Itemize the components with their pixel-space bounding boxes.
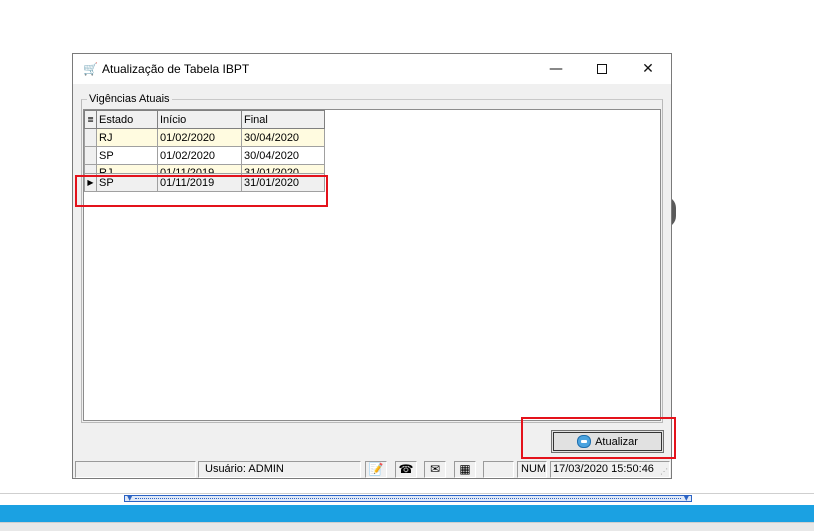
table-header: ≣ Estado Início Final <box>84 110 325 129</box>
resize-grip-icon[interactable]: ⋰ <box>660 468 668 476</box>
status-bar: Usuário: ADMIN 📝 ☎ ✉ ▦ NUM 17/03/2020 15… <box>74 460 670 478</box>
close-button[interactable]: ✕ <box>625 54 671 84</box>
table-row[interactable]: RJ 01/11/2019 31/01/2020 <box>84 164 325 174</box>
status-num-lock: NUM <box>517 461 547 478</box>
background-app-bar <box>0 505 814 522</box>
column-chooser-icon[interactable]: ≣ <box>84 110 97 129</box>
cell-final[interactable]: 31/01/2020 <box>241 164 325 174</box>
cell-final[interactable]: 30/04/2020 <box>241 146 325 165</box>
minimize-icon: — <box>549 61 563 77</box>
highlight-update-button <box>521 417 676 459</box>
minimize-button[interactable]: — <box>533 54 579 84</box>
title-bar[interactable]: 🛒 Atualização de Tabela IBPT — ✕ <box>73 54 671 84</box>
close-icon: ✕ <box>642 61 654 77</box>
cell-inicio-text: 01/11/2019 <box>160 167 215 173</box>
cell-final[interactable]: 30/04/2020 <box>241 128 325 147</box>
background-horizontal-scrollbar[interactable]: ▼ ▼ <box>124 494 692 502</box>
cell-estado-text: RJ <box>99 167 113 173</box>
row-indicator <box>84 146 97 165</box>
cell-inicio[interactable]: 01/02/2020 <box>157 128 242 147</box>
ibpt-update-dialog: 🛒 Atualização de Tabela IBPT — ✕ Vigênci… <box>72 53 672 479</box>
cart-icon: 🛒 <box>83 62 98 76</box>
window-title: Atualização de Tabela IBPT <box>102 62 250 76</box>
status-panel-blank <box>483 461 514 478</box>
maximize-button[interactable] <box>579 54 625 84</box>
row-indicator <box>84 128 97 147</box>
cell-inicio[interactable]: 01/02/2020 <box>157 146 242 165</box>
mail-icon[interactable]: ✉ <box>424 461 446 478</box>
highlight-selected-row <box>75 175 328 207</box>
row-indicator <box>84 164 97 174</box>
status-datetime: 17/03/2020 15:50:46 <box>550 461 670 478</box>
validity-grid[interactable]: ≣ Estado Início Final RJ 01/02/2020 30/0… <box>83 109 661 421</box>
table-row[interactable]: SP 01/02/2020 30/04/2020 <box>84 146 325 165</box>
cell-estado[interactable]: RJ <box>96 164 158 174</box>
cell-estado[interactable]: SP <box>96 146 158 165</box>
scroll-right-arrow-icon[interactable]: ▼ <box>684 494 689 502</box>
maximize-icon <box>597 64 607 74</box>
status-user: Usuário: ADMIN <box>198 461 361 478</box>
column-header-inicio[interactable]: Início <box>157 110 242 129</box>
status-panel-empty <box>75 461 196 478</box>
calculator-icon[interactable]: ▦ <box>454 461 476 478</box>
cell-estado[interactable]: RJ <box>96 128 158 147</box>
background-taskbar <box>0 522 814 531</box>
group-legend: Vigências Atuais <box>87 93 172 105</box>
scroll-track <box>135 498 681 499</box>
column-header-final[interactable]: Final <box>241 110 325 129</box>
scroll-left-arrow-icon[interactable]: ▼ <box>127 494 132 502</box>
notepad-icon[interactable]: 📝 <box>365 461 387 478</box>
cell-final-text: 31/01/2020 <box>244 167 300 173</box>
phone-icon[interactable]: ☎ <box>395 461 417 478</box>
cell-inicio[interactable]: 01/11/2019 <box>157 164 242 174</box>
column-header-estado[interactable]: Estado <box>96 110 158 129</box>
table-row[interactable]: RJ 01/02/2020 30/04/2020 <box>84 128 325 147</box>
